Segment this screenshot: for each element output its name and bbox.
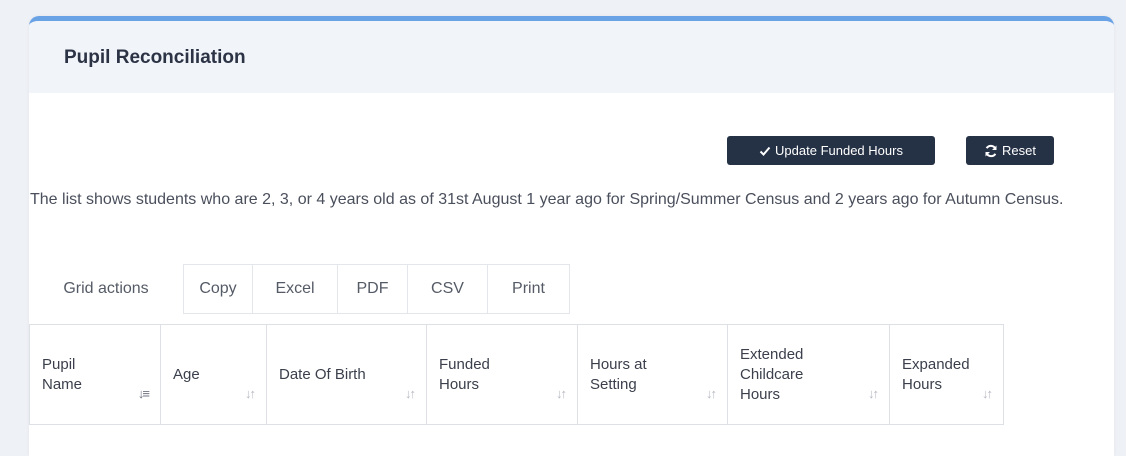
excel-button[interactable]: Excel [253,264,338,314]
column-header-funded-hours[interactable]: Funded Hours ↓↑ [426,324,578,425]
column-label: Age [173,365,200,383]
panel-header: Pupil Reconciliation [29,21,1114,93]
column-label: Pupil Name [42,355,83,393]
table-header-row: Pupil Name ↓≡ Age ↓↑ Date Of Birth ↓↑ Fu… [29,324,1004,425]
column-header-expanded-hours[interactable]: Expanded Hours ↓↑ [889,324,1004,425]
copy-button[interactable]: Copy [183,264,253,314]
sort-icon: ↓↑ [556,386,567,401]
sort-icon: ↓↑ [706,386,717,401]
pupil-table: Pupil Name ↓≡ Age ↓↑ Date Of Birth ↓↑ Fu… [29,324,1004,425]
sort-alpha-down-icon: ↓≡ [137,386,150,401]
update-funded-hours-label: Update Funded Hours [775,143,903,158]
column-header-date-of-birth[interactable]: Date Of Birth ↓↑ [266,324,427,425]
reset-label: Reset [1002,143,1036,158]
sort-icon: ↓↑ [405,386,416,401]
sort-icon: ↓↑ [245,386,256,401]
print-button[interactable]: Print [488,264,570,314]
grid-actions-toolbar: Grid actions Copy Excel PDF CSV Print [29,264,570,314]
update-funded-hours-button[interactable]: Update Funded Hours [727,136,935,165]
column-label: Hours at Setting [590,355,647,393]
column-header-hours-at-setting[interactable]: Hours at Setting ↓↑ [577,324,728,425]
reset-button[interactable]: Reset [966,136,1054,165]
column-header-pupil-name[interactable]: Pupil Name ↓≡ [29,324,161,425]
panel-title: Pupil Reconciliation [64,47,246,68]
column-label: Extended Childcare Hours [740,345,804,403]
check-icon [759,145,771,157]
column-label: Expanded Hours [902,355,970,393]
column-header-extended-childcare-hours[interactable]: Extended Childcare Hours ↓↑ [727,324,890,425]
refresh-icon [984,144,998,158]
info-text: The list shows students who are 2, 3, or… [30,191,1064,208]
csv-button[interactable]: CSV [408,264,488,314]
column-label: Date Of Birth [279,365,366,383]
column-label: Funded Hours [439,355,490,393]
grid-actions-label: Grid actions [63,280,149,297]
pdf-button[interactable]: PDF [338,264,408,314]
sort-icon: ↓↑ [868,386,879,401]
column-header-age[interactable]: Age ↓↑ [160,324,267,425]
sort-icon: ↓↑ [982,386,993,401]
